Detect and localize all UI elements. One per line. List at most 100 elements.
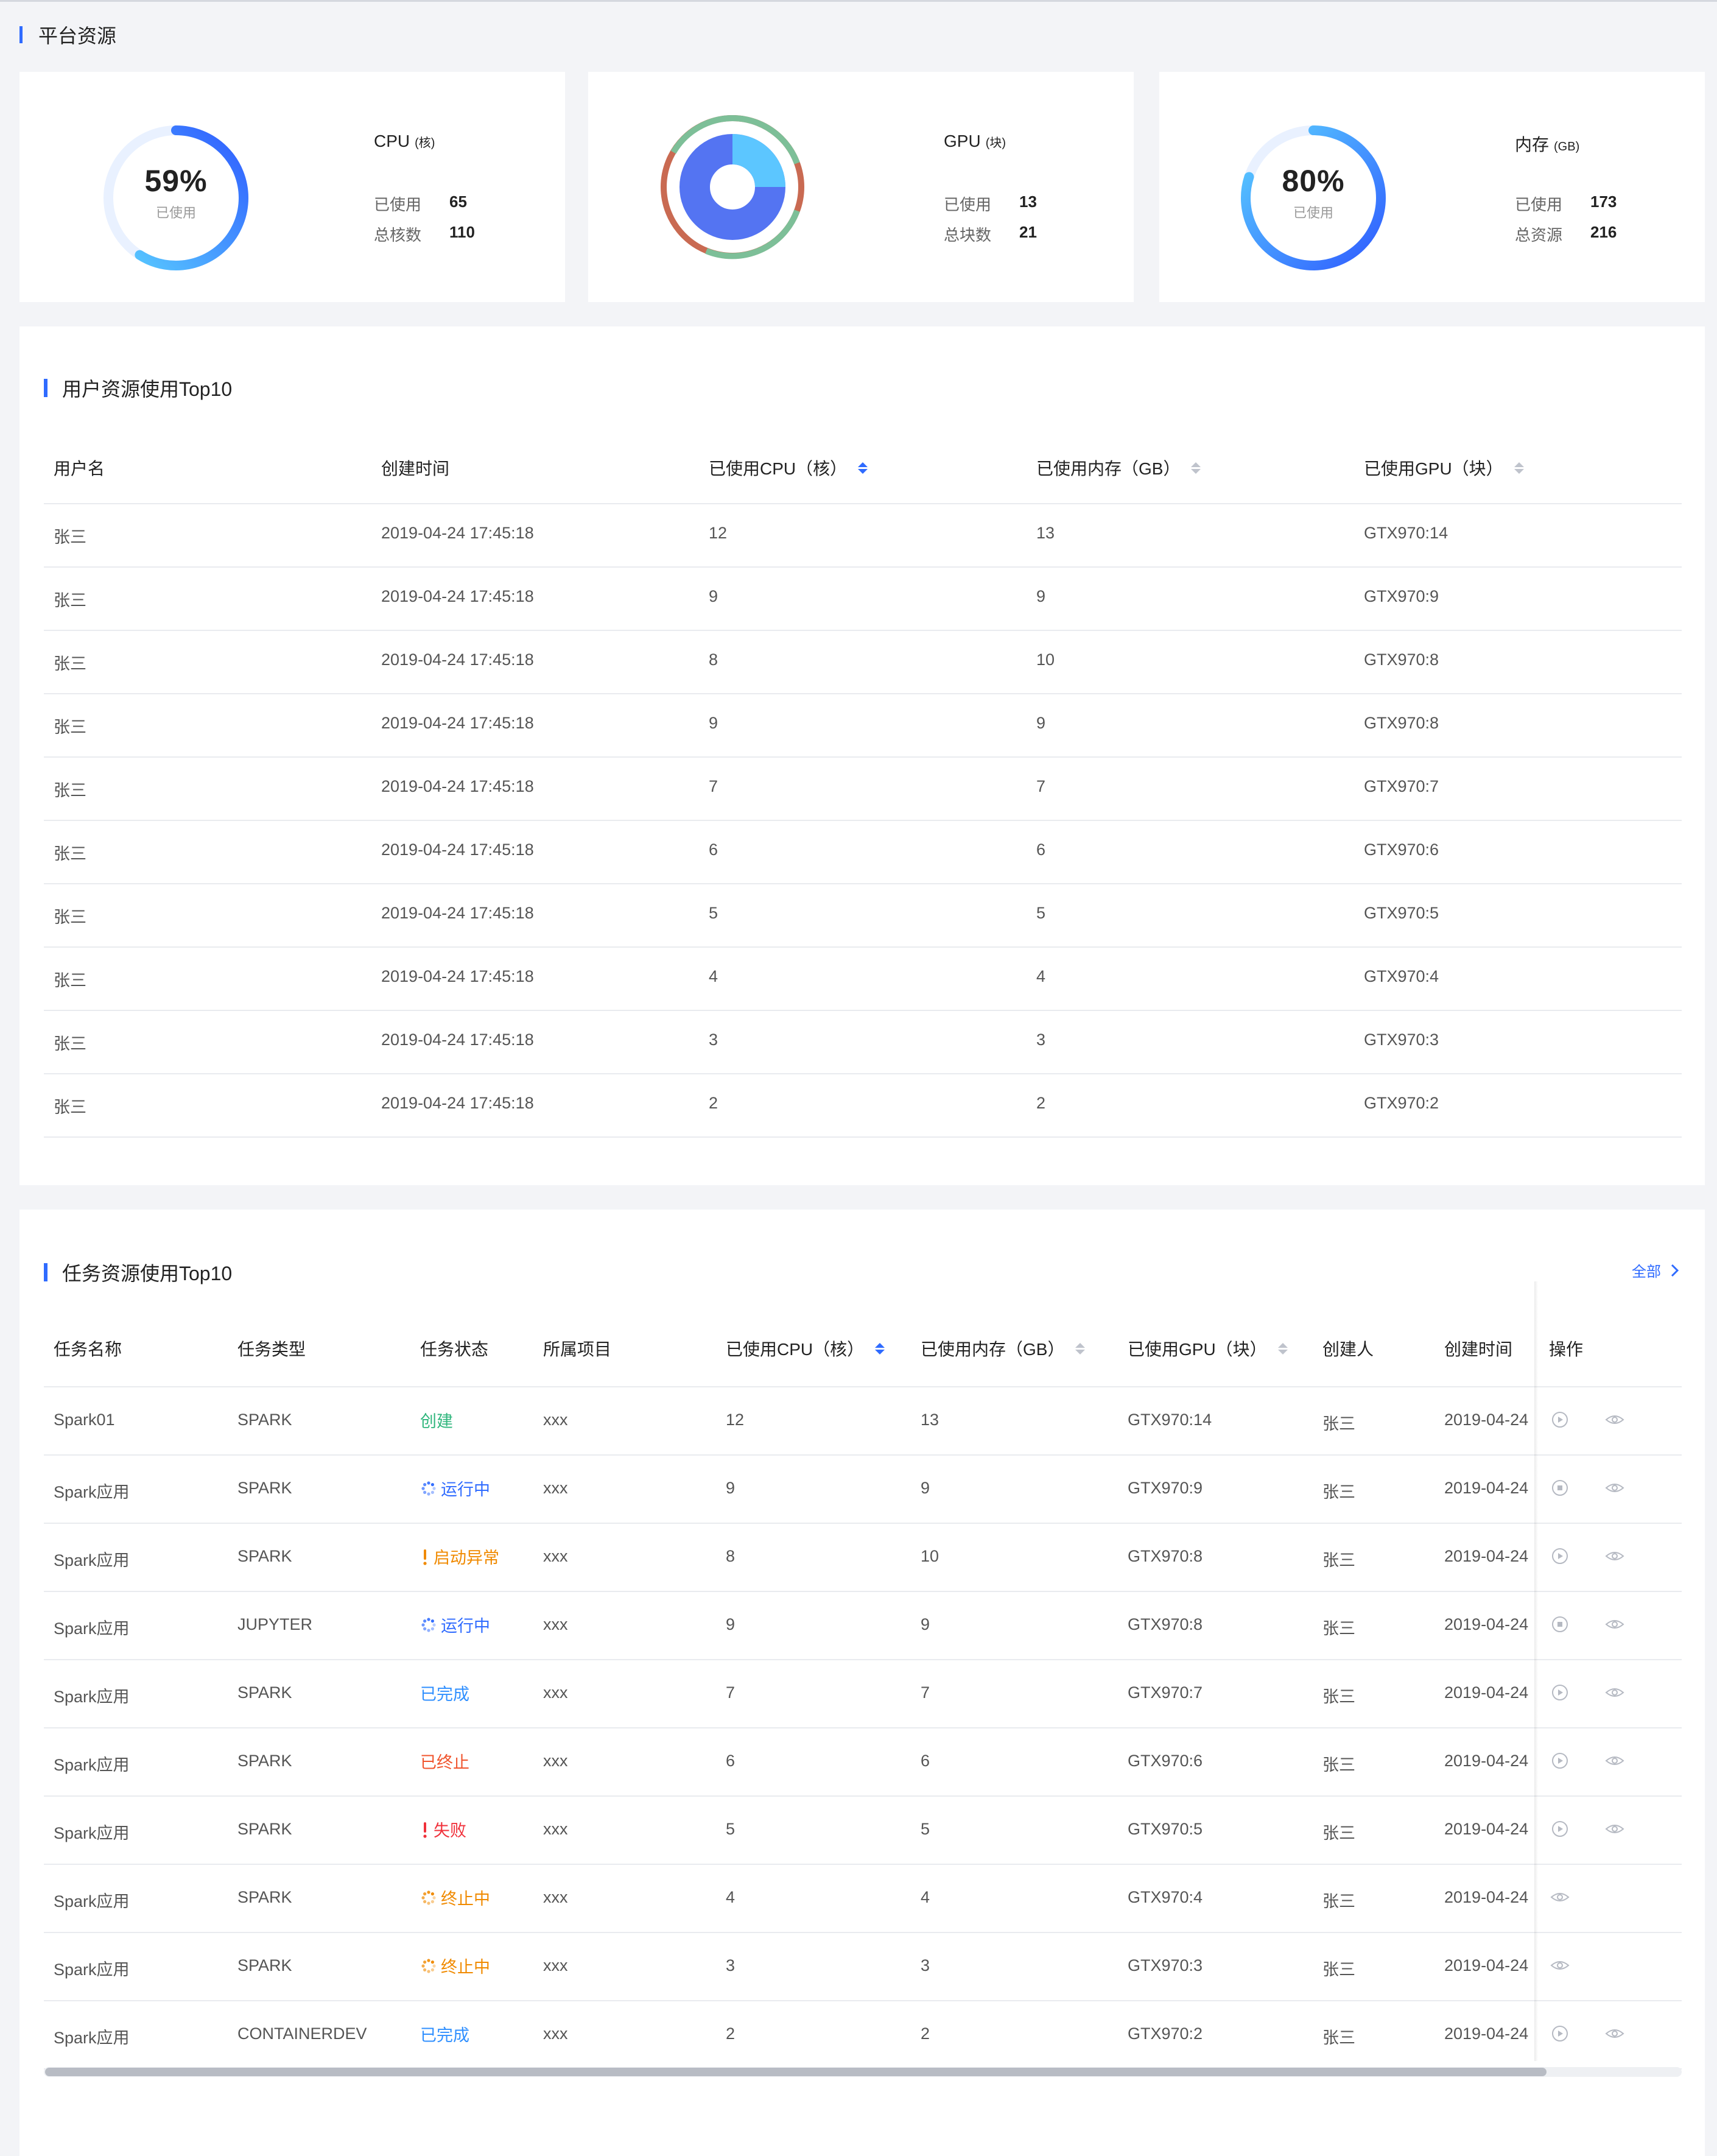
stop-action-button[interactable]: [1548, 1615, 1572, 1636]
sort-icon[interactable]: [858, 462, 868, 474]
task-table-cell: xxx: [543, 1956, 568, 1975]
memory-percent-caption: 已使用: [1293, 205, 1333, 220]
user-table-cell: 张三: [54, 528, 86, 546]
sort-icon[interactable]: [1075, 1342, 1086, 1355]
task-table-cell: CONTAINERDEV: [237, 2024, 367, 2043]
table-row-divider: [44, 1727, 1682, 1728]
user-table-cell: 张三: [54, 591, 86, 610]
user-table-cell: 2019-04-24 17:45:18: [381, 587, 534, 605]
eye-action-button[interactable]: [1548, 1888, 1572, 1909]
memory-unit: (GB): [1554, 140, 1580, 153]
task-status: 终止中: [420, 1954, 490, 1978]
eye-action-button[interactable]: [1603, 1820, 1627, 1841]
eye-icon: [1604, 1411, 1625, 1432]
user-table-cell: 2019-04-24 17:45:18: [381, 1094, 534, 1112]
user-table-cell: 张三: [54, 1035, 86, 1053]
user-table-cell: 9: [709, 714, 718, 732]
play-action-button[interactable]: [1548, 1411, 1572, 1431]
eye-action-button[interactable]: [1603, 1615, 1627, 1636]
task-table-cell: 2019-04-24: [1444, 2024, 1529, 2043]
task-table-cell: 2: [726, 2024, 736, 2043]
task-table-cell: 13: [921, 1411, 939, 1429]
task-table-cell: Spark应用: [54, 1688, 130, 1706]
sort-icon[interactable]: [875, 1342, 885, 1355]
exclamation-icon: [420, 1548, 430, 1566]
title-accent-bar: [19, 26, 23, 43]
task-table-cell: GTX970:4: [1128, 1888, 1203, 1906]
eye-action-button[interactable]: [1603, 1411, 1627, 1431]
sort-icon[interactable]: [1277, 1342, 1288, 1355]
task-table-cell: Spark应用: [54, 1551, 130, 1569]
eye-action-button[interactable]: [1603, 1683, 1627, 1704]
task-col-header[interactable]: 已使用内存（GB）: [921, 1336, 1086, 1361]
sort-up-icon: [1514, 462, 1524, 467]
eye-action-button[interactable]: [1603, 2024, 1627, 2045]
cpu-ring-label: 59% 已使用: [96, 163, 256, 222]
play-action-button[interactable]: [1548, 2024, 1572, 2045]
task-table-cell: SPARK: [237, 1956, 292, 1975]
user-table-cell: 8: [709, 650, 718, 669]
eye-action-button[interactable]: [1603, 1479, 1627, 1499]
task-col-header-label: 已使用CPU（核）: [726, 1340, 865, 1359]
user-table-cell: 3: [709, 1030, 718, 1049]
stop-action-button[interactable]: [1548, 1479, 1572, 1499]
cpu-title-text: CPU: [374, 132, 410, 150]
eye-action-button[interactable]: [1603, 1547, 1627, 1568]
sort-down-icon: [1514, 468, 1524, 474]
user-col-header[interactable]: 已使用GPU（块）: [1364, 456, 1524, 480]
play-icon: [1551, 1752, 1569, 1773]
sort-down-icon: [858, 468, 868, 474]
view-all-label: 全部: [1632, 1264, 1661, 1280]
play-action-button[interactable]: [1548, 1683, 1572, 1704]
memory-ring-label: 80% 已使用: [1234, 163, 1393, 222]
task-table-cell: 4: [921, 1888, 930, 1906]
play-action-button[interactable]: [1548, 1752, 1572, 1772]
task-status: 已完成: [420, 2022, 469, 2046]
play-action-button[interactable]: [1548, 1820, 1572, 1841]
task-table-cell: xxx: [543, 1888, 568, 1906]
view-all-link[interactable]: 全部: [1632, 1259, 1682, 1281]
eye-icon: [1604, 1752, 1625, 1773]
table-row-divider: [44, 2000, 1682, 2001]
play-action-button[interactable]: [1548, 1547, 1572, 1568]
spinner-icon: [420, 1889, 437, 1906]
user-table-cell: 2019-04-24 17:45:18: [381, 714, 534, 732]
task-col-header[interactable]: 已使用GPU（块）: [1128, 1336, 1288, 1361]
stop-icon: [1551, 1615, 1569, 1636]
cpu-used-value: 65: [449, 192, 467, 211]
sort-up-icon: [1075, 1342, 1086, 1348]
task-status-label: 已终止: [420, 1753, 469, 1772]
user-table-cell: GTX970:14: [1364, 524, 1448, 542]
memory-used-row: 已使用 173: [1515, 192, 1617, 215]
task-status-label: 已完成: [420, 1685, 469, 1703]
task-table-cell: 张三: [1322, 1756, 1355, 1774]
table-row-divider: [44, 566, 1682, 568]
user-col-header-label: 创建时间: [381, 459, 450, 478]
user-table-cell: 9: [1036, 587, 1046, 605]
task-status: 运行中: [420, 1476, 490, 1500]
task-col-header: 任务状态: [420, 1336, 488, 1361]
eye-action-button[interactable]: [1603, 1752, 1627, 1772]
task-table-cell: 张三: [1322, 1619, 1355, 1638]
gpu-total-label: 总块数: [944, 226, 992, 244]
eye-icon: [1604, 1615, 1625, 1636]
task-col-header[interactable]: 已使用CPU（核）: [726, 1336, 885, 1361]
task-status: 创建: [420, 1408, 453, 1432]
sort-up-icon: [875, 1342, 885, 1348]
user-col-header[interactable]: 已使用内存（GB）: [1036, 456, 1201, 480]
task-table-cell: GTX970:3: [1128, 1956, 1203, 1975]
user-table-cell: 张三: [54, 718, 86, 736]
task-table-cell: 3: [921, 1956, 930, 1975]
user-col-header[interactable]: 已使用CPU（核）: [709, 456, 868, 480]
sort-icon[interactable]: [1514, 462, 1524, 474]
scrollbar-thumb[interactable]: [45, 2068, 1547, 2076]
play-icon: [1551, 1547, 1569, 1568]
sort-icon[interactable]: [1191, 462, 1201, 474]
task-col-header-label: 创建人: [1322, 1340, 1374, 1359]
eye-action-button[interactable]: [1548, 1956, 1572, 1977]
table-row-divider: [44, 1932, 1682, 1933]
gpu-used-label: 已使用: [944, 196, 992, 214]
task-status: 终止中: [420, 1886, 490, 1909]
task-status-label: 运行中: [441, 1617, 490, 1635]
user-table-cell: GTX970:8: [1364, 714, 1439, 732]
